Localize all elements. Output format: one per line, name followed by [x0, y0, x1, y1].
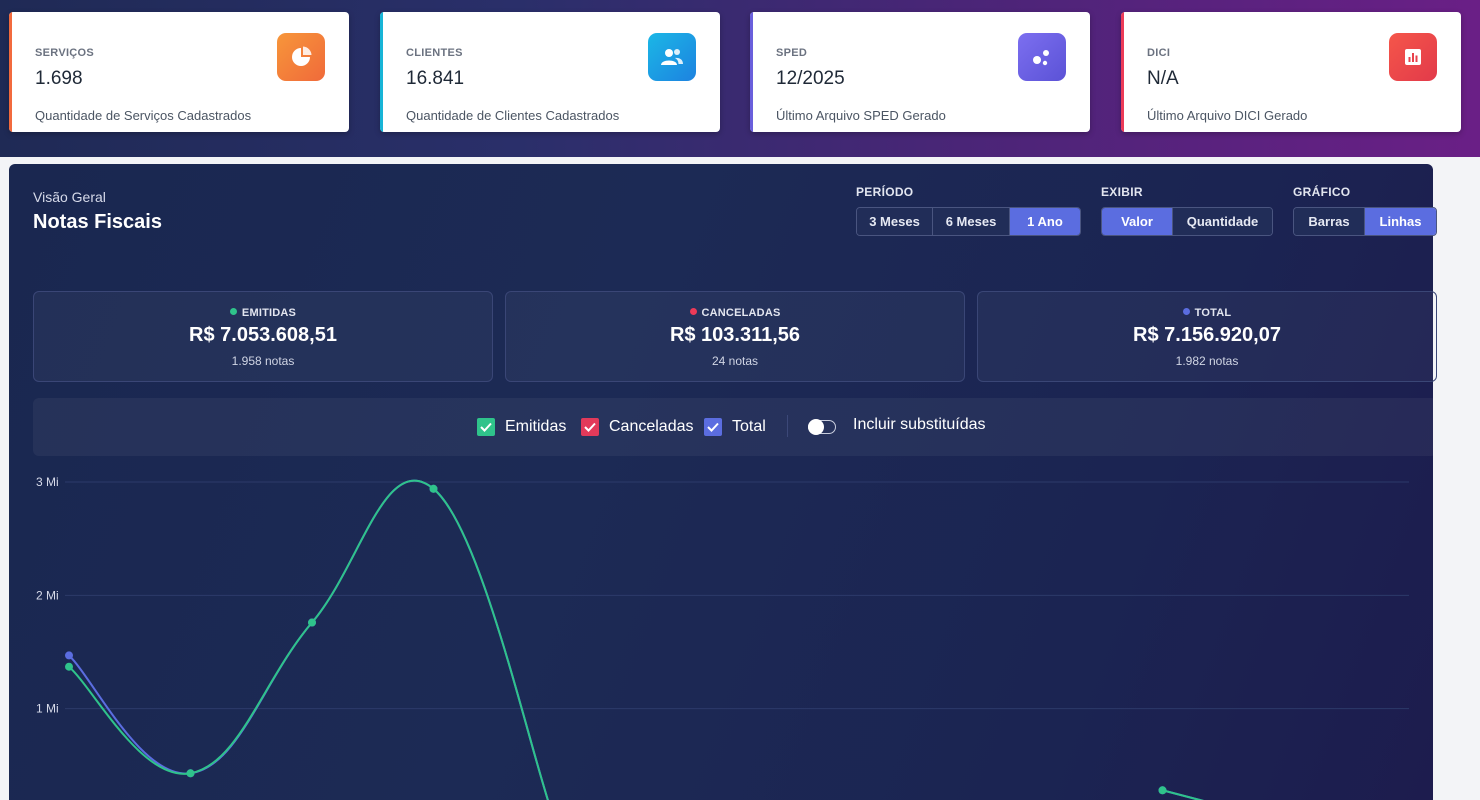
summary-value: R$ 7.053.608,51 [189, 324, 337, 346]
stat-card-value: 16.841 [406, 68, 465, 89]
card-accent [380, 12, 383, 132]
periodo-label: PERÍODO [856, 185, 914, 199]
stat-card-clientes[interactable]: CLIENTES 16.841 Quantidade de Clientes C… [380, 12, 720, 132]
legend-label: Emitidas [505, 418, 567, 435]
incluir-substituidas-toggle[interactable] [808, 419, 836, 435]
stat-card-label: DICI [1147, 47, 1171, 59]
molecule-icon [1018, 33, 1066, 81]
summary-emitidas: EMITIDAS R$ 7.053.608,51 1.958 notas [33, 291, 493, 382]
grafico-label: GRÁFICO [1293, 185, 1351, 199]
y-tick-label: 1 Mi [36, 702, 59, 716]
periodo-option-1-ano[interactable]: 1 Ano [1010, 208, 1080, 235]
summary-label: EMITIDAS [34, 307, 492, 319]
legend-divider [787, 415, 788, 437]
stat-card-value: N/A [1147, 68, 1179, 89]
grafico-segmented: Barras Linhas [1293, 207, 1437, 236]
checkbox-checked-icon[interactable] [477, 418, 495, 436]
checkbox-checked-icon[interactable] [704, 418, 722, 436]
pie-chart-icon [277, 33, 325, 81]
status-dot [1182, 308, 1190, 315]
periodo-segmented: 3 Meses 6 Meses 1 Ano [856, 207, 1081, 236]
stat-card-label: SPED [776, 47, 808, 59]
summary-label: CANCELADAS [506, 307, 964, 319]
stat-card-description: Último Arquivo DICI Gerado [1147, 108, 1308, 123]
summary-value: R$ 7.156.920,07 [1133, 324, 1281, 346]
stat-card-label: SERVIÇOS [35, 47, 95, 59]
stat-card-value: 12/2025 [776, 68, 845, 89]
stat-card-servicos[interactable]: SERVIÇOS 1.698 Quantidade de Serviços Ca… [9, 12, 349, 132]
status-dot [229, 308, 237, 315]
y-tick-label: 3 Mi [36, 475, 59, 489]
summary-label: TOTAL [978, 307, 1436, 319]
data-point-emitidas[interactable] [186, 769, 195, 778]
checkbox-checked-icon[interactable] [581, 418, 599, 436]
legend-emitidas[interactable]: Emitidas [477, 417, 566, 437]
stat-card-description: Último Arquivo SPED Gerado [776, 108, 946, 123]
legend-label: Total [732, 418, 766, 435]
notas-fiscais-line-chart: 3 Mi 2 Mi 1 Mi [36, 475, 1409, 800]
data-point-total[interactable] [65, 651, 73, 660]
summary-canceladas: CANCELADAS R$ 103.311,56 24 notas [505, 291, 965, 382]
periodo-option-6-meses[interactable]: 6 Meses [933, 208, 1010, 235]
data-point-emitidas[interactable] [429, 484, 438, 493]
stat-card-label: CLIENTES [406, 47, 463, 59]
exibir-option-valor[interactable]: Valor [1102, 208, 1173, 235]
periodo-control: PERÍODO 3 Meses 6 Meses 1 Ano [856, 185, 1081, 236]
legend-total[interactable]: Total [704, 417, 766, 437]
legend-canceladas[interactable]: Canceladas [581, 417, 694, 437]
series-line-total [68, 479, 549, 800]
stat-card-value: 1.698 [35, 68, 83, 89]
summary-value: R$ 103.311,56 [669, 324, 801, 346]
card-accent [750, 12, 753, 132]
grafico-option-barras[interactable]: Barras [1294, 208, 1365, 235]
chart-legend: Emitidas Canceladas Total Incluir substi… [33, 398, 1437, 456]
summary-total: TOTAL R$ 7.156.920,07 1.982 notas [977, 291, 1437, 382]
exibir-label: EXIBIR [1101, 185, 1143, 199]
y-tick-label: 2 Mi [36, 588, 59, 602]
stat-card-sped[interactable]: SPED 12/2025 Último Arquivo SPED Gerado [750, 12, 1090, 132]
data-point-emitidas[interactable] [1158, 786, 1167, 795]
series-line-emitidas [68, 479, 549, 800]
data-point-emitidas[interactable] [308, 618, 316, 627]
panel-title: Notas Fiscais [33, 211, 162, 233]
exibir-segmented: Valor Quantidade [1101, 207, 1273, 236]
summary-count: 24 notas [711, 354, 759, 368]
summary-count: 1.958 notas [231, 354, 295, 368]
status-dot [689, 308, 697, 315]
grafico-option-linhas[interactable]: Linhas [1365, 208, 1436, 235]
panel-overline: Visão Geral [33, 189, 106, 205]
stat-card-description: Quantidade de Clientes Cadastrados [406, 108, 620, 123]
data-point-emitidas[interactable] [65, 662, 73, 671]
card-accent [9, 12, 12, 132]
toggle-knob [808, 419, 824, 435]
exibir-option-quantidade[interactable]: Quantidade [1173, 208, 1272, 235]
users-icon [648, 33, 696, 81]
series-line-emitidas [1162, 789, 1204, 800]
stat-card-dici[interactable]: DICI N/A Último Arquivo DICI Gerado [1121, 12, 1461, 132]
stat-card-description: Quantidade de Serviços Cadastrados [35, 108, 252, 123]
grafico-control: GRÁFICO Barras Linhas [1293, 185, 1437, 236]
summary-count: 1.982 notas [1175, 354, 1239, 368]
bar-chart-icon [1389, 33, 1437, 81]
exibir-control: EXIBIR Valor Quantidade [1101, 185, 1273, 236]
notas-fiscais-panel: Visão Geral Notas Fiscais PERÍODO 3 Mese… [9, 164, 1437, 800]
periodo-option-3-meses[interactable]: 3 Meses [857, 208, 933, 235]
legend-label: Canceladas [609, 418, 694, 435]
card-accent [1121, 12, 1124, 132]
toggle-label: Incluir substituídas [853, 416, 986, 433]
